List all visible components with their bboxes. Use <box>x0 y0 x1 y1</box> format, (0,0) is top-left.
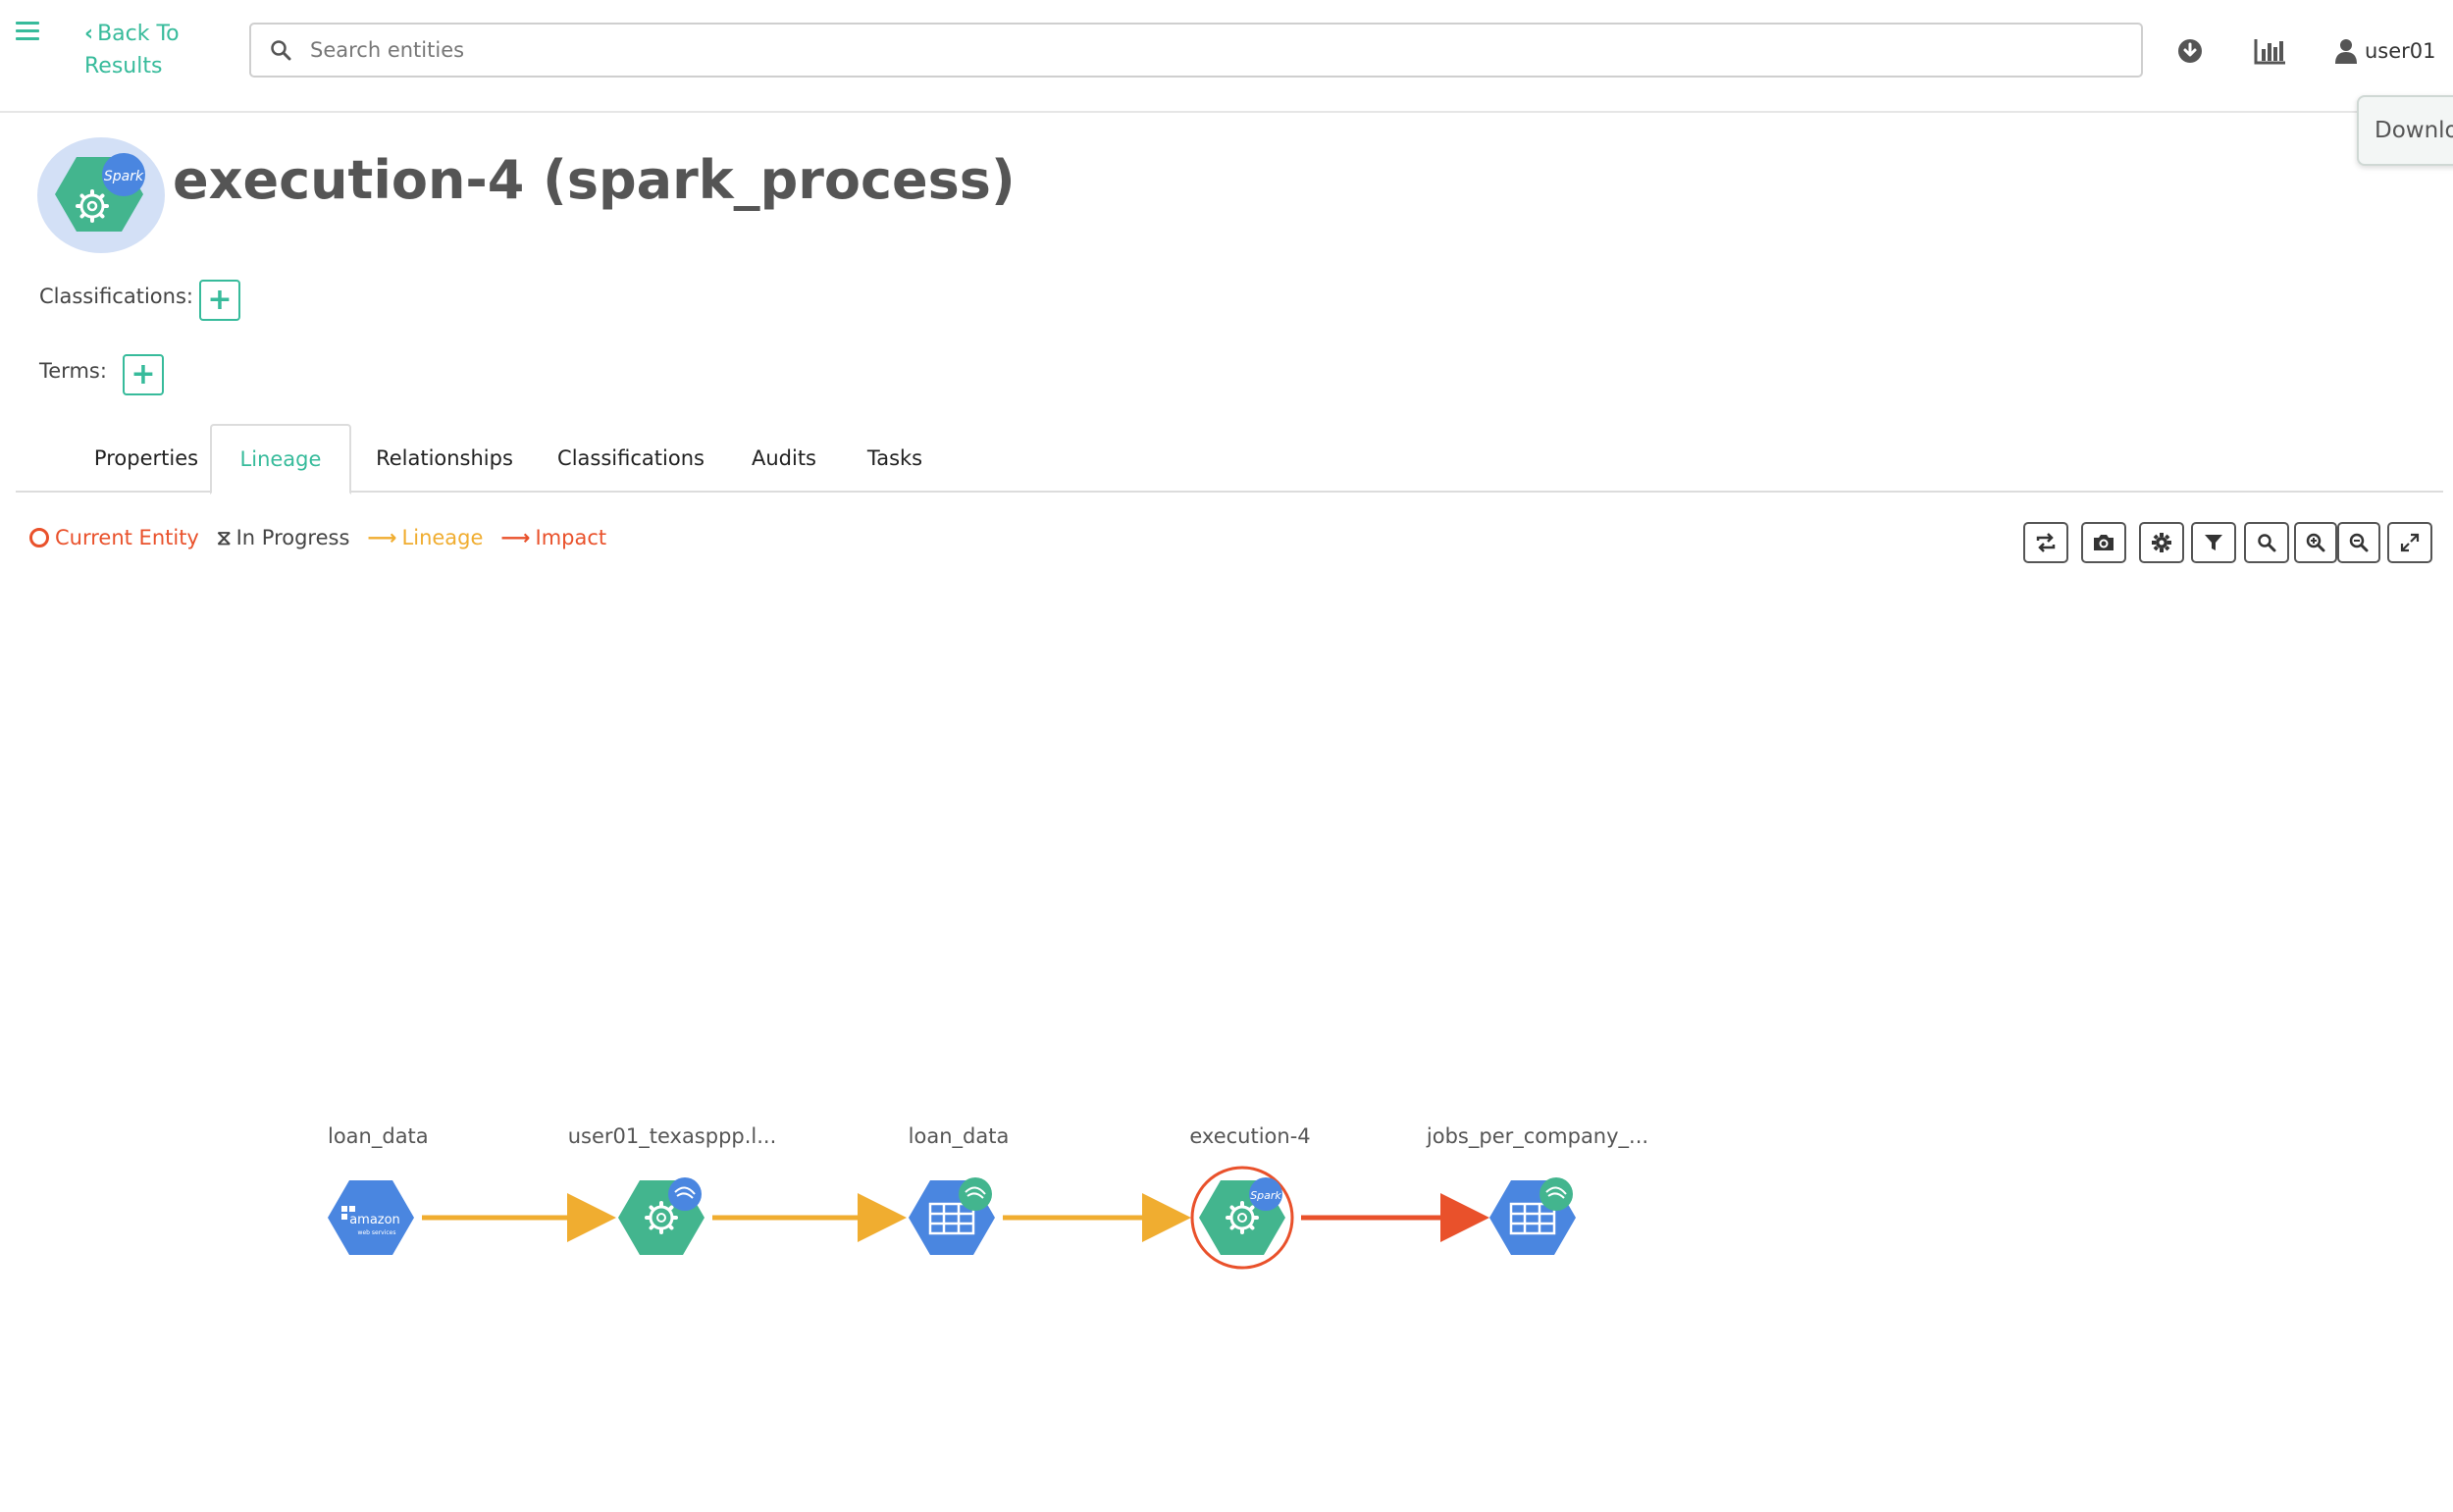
search-icon <box>2258 534 2276 552</box>
download-icon[interactable] <box>2170 31 2210 71</box>
lineage-legend: Current Entity ⧖ In Progress ⟶ Lineage ⟶… <box>29 522 624 553</box>
search-icon <box>251 39 310 61</box>
node-loan-data-table <box>909 1177 995 1255</box>
legend-current-entity: Current Entity <box>29 526 199 549</box>
chevron-left-icon: ‹ <box>84 22 94 46</box>
arrow-right-icon: ⟶ <box>500 526 531 549</box>
tab-properties[interactable]: Properties <box>61 424 232 493</box>
tab-classifications[interactable]: Classifications <box>540 424 722 493</box>
legend-lineage: ⟶ Lineage <box>367 526 484 549</box>
settings-button[interactable] <box>2139 522 2184 563</box>
refresh-button[interactable] <box>2023 522 2068 563</box>
zoom-in-button[interactable] <box>2294 522 2337 563</box>
back-to-results-link[interactable]: ‹ Back To Results <box>84 18 222 82</box>
fullscreen-icon <box>2400 533 2420 552</box>
back-label-line2: Results <box>84 54 163 78</box>
tab-audits[interactable]: Audits <box>726 424 842 493</box>
download-popover-button[interactable]: Downlo <box>2357 95 2453 166</box>
refresh-icon <box>2036 533 2056 552</box>
username: user01 <box>2365 39 2436 63</box>
node-loan-data-aws: amazon web services <box>328 1180 414 1255</box>
lineage-graph: loan_data user01_texasppp.l... loan_data… <box>0 1079 2453 1413</box>
node-jobs-per-company-table <box>1489 1177 1576 1255</box>
search-graph-button[interactable] <box>2244 522 2289 563</box>
back-label-line1: Back To <box>97 22 180 46</box>
user-icon <box>2335 39 2357 64</box>
user-menu[interactable]: user01 <box>2335 31 2436 71</box>
tab-relationships[interactable]: Relationships <box>353 424 536 493</box>
filter-icon <box>2205 535 2222 550</box>
hamburger-menu-icon[interactable] <box>16 22 39 41</box>
fullscreen-button[interactable] <box>2387 522 2432 563</box>
add-term-button[interactable]: + <box>123 354 164 395</box>
arrow-right-icon: ⟶ <box>367 526 397 549</box>
page-title: execution-4 (spark_process) <box>173 149 1016 211</box>
screenshot-button[interactable] <box>2081 522 2126 563</box>
tab-tasks[interactable]: Tasks <box>846 424 944 493</box>
hourglass-icon: ⧖ <box>216 525 232 549</box>
camera-icon <box>2094 535 2114 550</box>
legend-in-progress: ⧖ In Progress <box>216 525 350 550</box>
node-texasppp-process <box>618 1177 705 1255</box>
settings-icon <box>2152 533 2171 552</box>
node-execution-4-current: Spark <box>1190 1166 1294 1270</box>
search-input[interactable] <box>310 38 2076 62</box>
legend-impact: ⟶ Impact <box>500 526 607 549</box>
tab-lineage[interactable]: Lineage <box>210 424 351 495</box>
plus-icon: + <box>207 283 233 317</box>
aws-badge-text: amazon <box>349 1213 400 1227</box>
plus-icon: + <box>130 357 156 391</box>
classifications-label: Classifications: <box>39 285 193 308</box>
filter-button[interactable] <box>2191 522 2236 563</box>
entity-icon: Spark <box>37 137 165 253</box>
spark-badge-text: Spark <box>1250 1189 1281 1202</box>
bar-chart-icon[interactable] <box>2251 31 2290 71</box>
zoom-out-icon <box>2349 533 2369 552</box>
zoom-in-icon <box>2306 533 2325 552</box>
circle-icon <box>29 528 49 547</box>
add-classification-button[interactable]: + <box>199 280 240 321</box>
zoom-out-button[interactable] <box>2337 522 2380 563</box>
search-bar <box>249 23 2143 78</box>
terms-label: Terms: <box>39 359 107 383</box>
top-bar: ‹Back To Results user01 <box>0 0 2453 113</box>
spark-badge-text: Spark <box>104 169 144 184</box>
aws-badge-subtext: web services <box>358 1229 396 1236</box>
entity-tabs: Properties Lineage Relationships Classif… <box>16 424 2443 495</box>
